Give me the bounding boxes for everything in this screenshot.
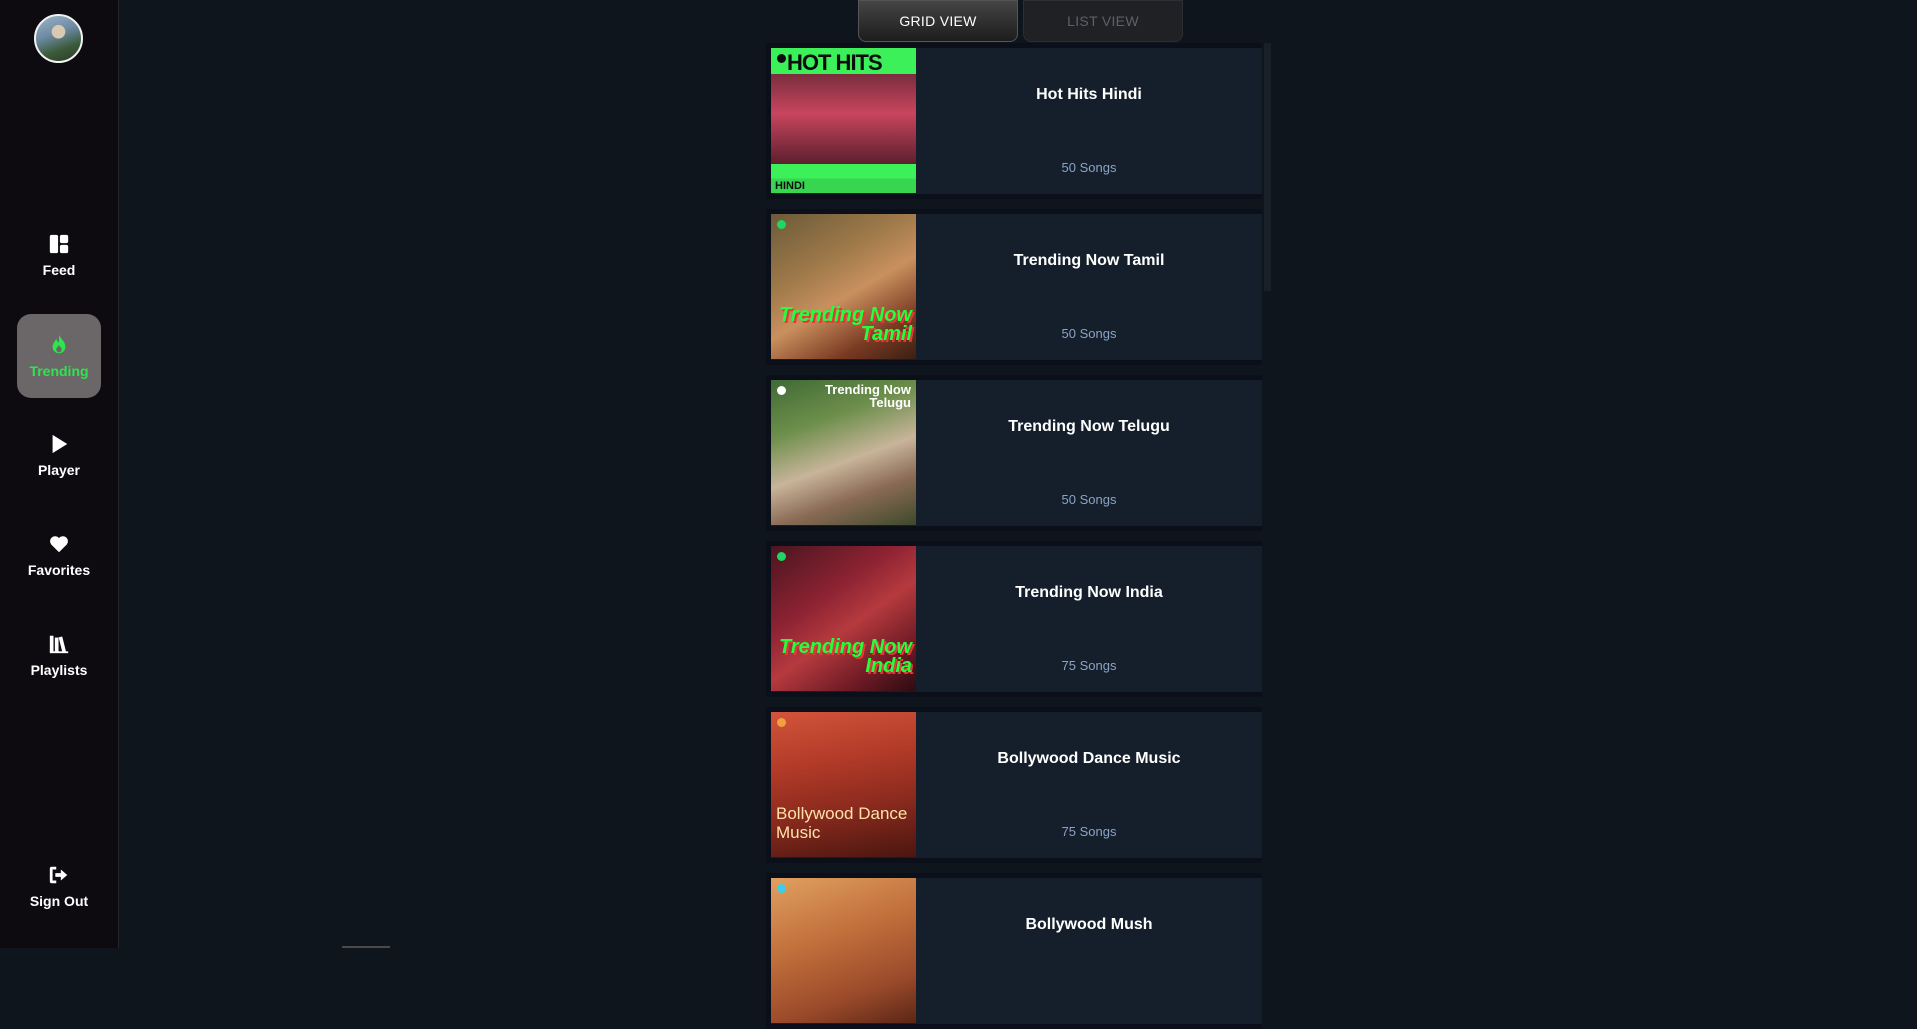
spotify-icon (777, 552, 786, 561)
playlist-card[interactable]: Trending Now India Trending Now India 75… (766, 541, 1262, 697)
user-avatar[interactable] (34, 14, 83, 63)
playlist-card[interactable]: HOT HITS HINDI Hot Hits Hindi 50 Songs (766, 43, 1262, 199)
cover-title: Trending Now India (779, 636, 912, 677)
heart-icon (50, 535, 68, 552)
spotify-icon (777, 220, 786, 229)
spotify-icon (777, 386, 786, 395)
cover-title: Trending Now Tamil (779, 304, 912, 345)
playlist-title: Hot Hits Hindi (1036, 86, 1142, 103)
playlist-song-count: 50 Songs (1061, 326, 1117, 341)
dashboard-icon (49, 234, 69, 253)
nav-player-label: Player (37, 461, 81, 478)
nav-player[interactable]: Player (17, 413, 101, 497)
playlist-cover: Trending Now Telugu (771, 380, 916, 525)
nav-feed[interactable]: Feed (17, 213, 101, 297)
nav-feed-label: Feed (42, 261, 76, 278)
sign-out-label: Sign Out (29, 892, 89, 909)
sign-out-icon (49, 866, 68, 883)
playlist-title: Bollywood Mush (1025, 916, 1153, 933)
playlist-list: HOT HITS HINDI Hot Hits Hindi 50 Songs T… (766, 43, 1262, 1029)
playlist-cover: Bollywood Dance Music (771, 712, 916, 857)
playlist-cover: Trending Now Tamil (771, 214, 916, 359)
nav-playlists[interactable]: Playlists (17, 613, 101, 697)
spotify-icon (777, 718, 786, 727)
library-icon (49, 635, 69, 653)
playlist-title: Trending Now India (1015, 584, 1163, 601)
sign-out-button[interactable]: Sign Out (17, 844, 101, 928)
playlist-cover: Trending Now India (771, 546, 916, 691)
scrollbar[interactable] (1264, 43, 1271, 291)
playlist-song-count: 75 Songs (1061, 824, 1117, 839)
nav-favorites-label: Favorites (27, 561, 91, 578)
playlist-title: Trending Now Tamil (1013, 252, 1165, 269)
playlist-card[interactable]: Trending Now Telugu Trending Now Telugu … (766, 375, 1262, 531)
flame-icon (52, 334, 66, 353)
cover-title: HOT HITS (787, 50, 883, 75)
nav-trending-label: Trending (29, 362, 89, 379)
spotify-icon (777, 884, 786, 893)
playlist-cover: HOT HITS HINDI (771, 48, 916, 193)
playlist-card[interactable]: Trending Now Tamil Trending Now Tamil 50… (766, 209, 1262, 365)
cover-title: Bollywood Dance Music (776, 804, 908, 842)
playlist-song-count: 50 Songs (1061, 492, 1117, 507)
playlist-title: Bollywood Dance Music (997, 750, 1181, 767)
playlist-song-count: 50 Songs (1061, 160, 1117, 175)
cover-title: Trending Now Telugu (825, 382, 911, 410)
sidebar: Feed Trending Player Favorites Playlists (0, 0, 119, 948)
cover-subtitle: HINDI (775, 180, 805, 192)
playlist-card[interactable]: Bollywood Mush (766, 873, 1262, 1029)
nav-trending[interactable]: Trending (17, 314, 101, 398)
playlist-card[interactable]: Bollywood Dance Music Bollywood Dance Mu… (766, 707, 1262, 863)
nav-playlists-label: Playlists (30, 661, 88, 678)
play-icon (52, 434, 68, 453)
nav-favorites[interactable]: Favorites (17, 513, 101, 597)
playlist-song-count: 75 Songs (1061, 658, 1117, 673)
spotify-icon (777, 54, 786, 63)
playlist-title: Trending Now Telugu (1008, 418, 1170, 435)
list-view-button[interactable]: LIST VIEW (1023, 0, 1183, 42)
grid-view-button[interactable]: GRID VIEW (858, 0, 1018, 42)
playlist-cover (771, 878, 916, 1023)
